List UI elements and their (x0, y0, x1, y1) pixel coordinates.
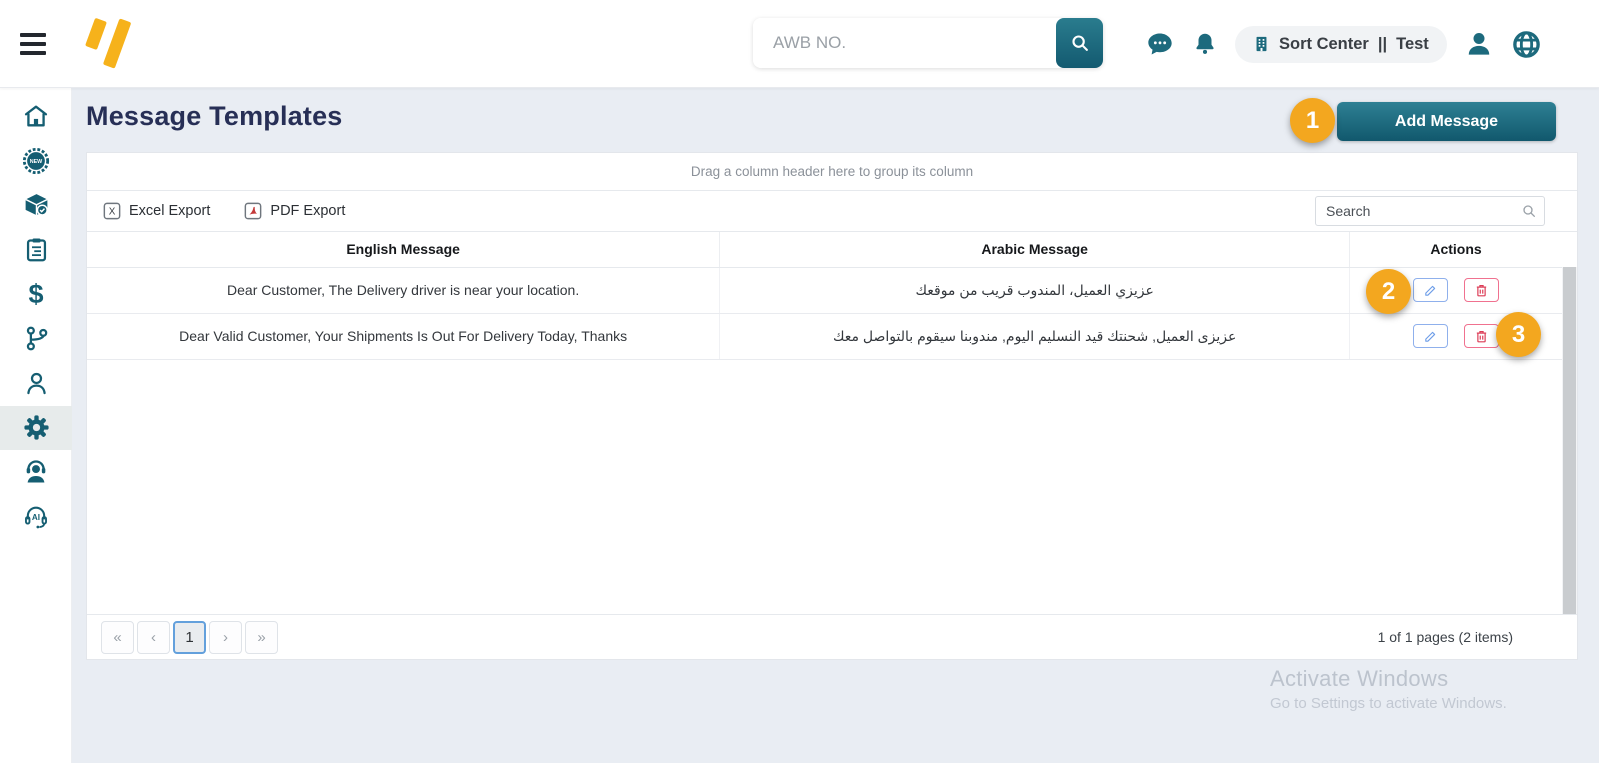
grid-toolbar: X Excel Export PDF Export (87, 191, 1577, 232)
sidebar-item-shipments[interactable] (0, 183, 72, 228)
arabic-message-cell: عزيزى العميل, شحنتك قيد النسليم اليوم, م… (719, 313, 1351, 360)
sidebar-item-settings[interactable] (0, 405, 72, 450)
group-panel: Drag a column header here to group its c… (87, 153, 1577, 191)
person-icon (26, 372, 46, 394)
column-header-actions[interactable]: Actions (1349, 232, 1562, 268)
pagination-summary: 1 of 1 pages (2 items) (1377, 629, 1513, 645)
branch-icon (26, 326, 47, 351)
english-message-cell: Dear Valid Customer, Your Shipments Is O… (87, 313, 721, 360)
sidebar-item-new-features[interactable]: NEW (0, 139, 72, 184)
station-selector[interactable]: Sort Center || Test (1235, 25, 1447, 63)
pencil-icon (1425, 285, 1436, 296)
profile-button[interactable] (1464, 29, 1494, 59)
clipboard-icon (26, 238, 46, 262)
sidebar-item-finance[interactable]: $ (0, 272, 72, 317)
top-header: Sort Center || Test (0, 0, 1599, 88)
grid-search (1315, 196, 1545, 226)
search-icon (1523, 205, 1535, 217)
language-button[interactable] (1511, 29, 1542, 60)
page-title: Message Templates (86, 101, 343, 131)
page-next-button[interactable]: › (209, 620, 242, 654)
annotation-badge-3: 3 (1496, 312, 1541, 357)
bell-icon (1196, 33, 1214, 54)
notifications-button[interactable] (1192, 30, 1218, 58)
ai-assistant-icon: AI (25, 506, 47, 529)
sidebar-item-orders[interactable] (0, 228, 72, 273)
svg-text:NEW: NEW (30, 159, 43, 165)
dollar-icon: $ (28, 278, 44, 309)
column-header-english[interactable]: English Message (87, 232, 721, 268)
add-message-button[interactable]: Add Message (1337, 102, 1556, 141)
arabic-message-cell: عزيزي العميل، المندوب قريب من موقعك (719, 267, 1351, 314)
hamburger-menu-icon[interactable] (20, 31, 47, 57)
sidebar-item-workflow[interactable] (0, 317, 72, 362)
sidebar-item-support[interactable] (0, 450, 72, 495)
station-env: Test (1396, 34, 1429, 53)
svg-text:AI: AI (32, 513, 40, 522)
station-separator: || (1377, 34, 1388, 53)
delete-button[interactable] (1464, 278, 1500, 302)
pagination-bar: « ‹ 1 › » 1 of 1 pages (2 items) (87, 614, 1577, 659)
chat-icon (1148, 33, 1172, 55)
annotation-badge-2: 2 (1366, 269, 1411, 314)
support-agent-icon (26, 460, 46, 483)
page-number-button[interactable]: 1 (173, 620, 206, 654)
home-icon (24, 105, 48, 127)
watermark-subtitle: Go to Settings to activate Windows. (1270, 695, 1507, 712)
awb-search (753, 18, 1103, 68)
column-header-arabic[interactable]: Arabic Message (719, 232, 1351, 268)
sidebar-item-users[interactable] (0, 361, 72, 406)
user-icon (1468, 33, 1490, 55)
watermark-title: Activate Windows (1270, 666, 1449, 691)
trash-icon (1476, 284, 1487, 296)
chat-button[interactable] (1145, 30, 1175, 58)
page-prev-button[interactable]: ‹ (137, 620, 170, 654)
header-actions: Sort Center || Test (1145, 0, 1542, 88)
sidebar-item-ai-assistant[interactable]: AI (0, 495, 72, 540)
windows-watermark: Activate Windows Go to Settings to activ… (1270, 666, 1507, 712)
brand-logo (84, 15, 132, 76)
search-icon (1071, 35, 1088, 51)
excel-icon: X (103, 202, 121, 220)
pdf-export-button[interactable]: PDF Export (244, 202, 345, 220)
station-name: Sort Center (1279, 34, 1369, 53)
scrollbar-thumb[interactable] (1563, 267, 1576, 615)
excel-export-button[interactable]: X Excel Export (103, 202, 210, 220)
english-message-cell: Dear Customer, The Delivery driver is ne… (87, 267, 721, 314)
vertical-scrollbar (1562, 267, 1577, 617)
grid-search-input[interactable] (1315, 196, 1545, 226)
sidebar: NEW $ AI (0, 88, 72, 763)
page-last-button[interactable]: » (245, 620, 278, 654)
pdf-icon (245, 202, 262, 220)
edit-button[interactable] (1413, 324, 1449, 348)
app-root: Sort Center || Test (0, 0, 1599, 763)
settings-gear-icon (23, 415, 49, 440)
message-templates-grid: Drag a column header here to group its c… (86, 152, 1578, 660)
delete-button[interactable] (1464, 324, 1500, 348)
table-header-row: English Message Arabic Message Actions (87, 232, 1562, 268)
table-row: Dear Customer, The Delivery driver is ne… (87, 267, 1562, 314)
page-first-button[interactable]: « (101, 620, 134, 654)
table-row: Dear Valid Customer, Your Shipments Is O… (87, 313, 1562, 360)
building-icon (1256, 36, 1267, 52)
messages-table: English Message Arabic Message Actions D… (87, 232, 1562, 360)
pencil-icon (1425, 331, 1436, 342)
logo-v-icon (85, 18, 131, 69)
trash-icon (1476, 330, 1487, 342)
pdf-export-label: PDF Export (270, 203, 346, 219)
globe-icon (1512, 30, 1540, 58)
annotation-badge-1: 1 (1290, 98, 1335, 143)
excel-export-label: Excel Export (129, 203, 211, 219)
awb-search-button[interactable] (1056, 18, 1103, 68)
svg-text:X: X (109, 207, 116, 218)
awb-search-input[interactable] (753, 18, 1056, 68)
new-badge-icon: NEW (22, 147, 50, 174)
edit-button[interactable] (1413, 278, 1449, 302)
sidebar-item-home[interactable] (0, 94, 72, 139)
package-icon (24, 193, 48, 216)
